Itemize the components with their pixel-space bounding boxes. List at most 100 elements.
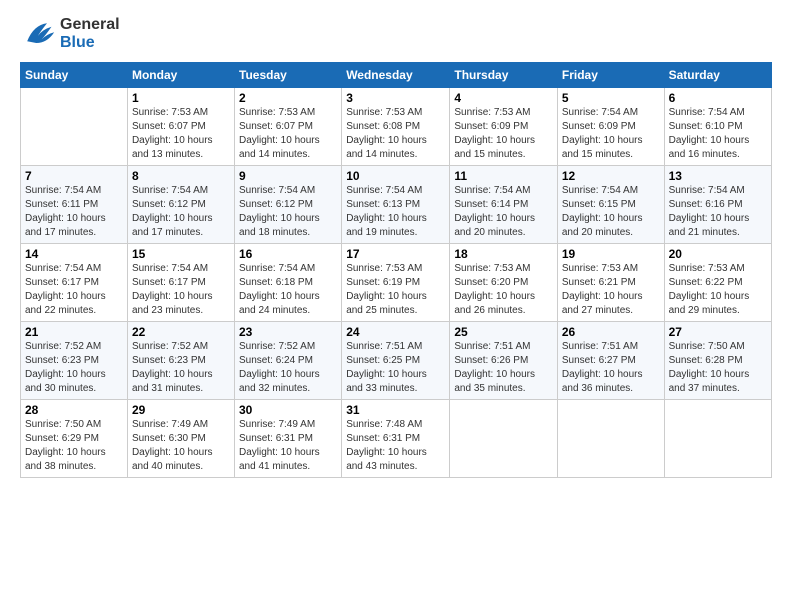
day-number: 17 xyxy=(346,247,445,261)
day-info: Sunrise: 7:53 AMSunset: 6:07 PMDaylight:… xyxy=(239,106,337,162)
logo: General Blue xyxy=(20,16,120,52)
day-number: 2 xyxy=(239,91,337,105)
day-number: 25 xyxy=(454,325,553,339)
week-row-5: 28 Sunrise: 7:50 AMSunset: 6:29 PMDaylig… xyxy=(21,400,772,478)
day-cell: 18 Sunrise: 7:53 AMSunset: 6:20 PMDaylig… xyxy=(450,244,558,322)
day-cell: 13 Sunrise: 7:54 AMSunset: 6:16 PMDaylig… xyxy=(664,166,771,244)
day-info: Sunrise: 7:54 AMSunset: 6:18 PMDaylight:… xyxy=(239,262,337,318)
day-info: Sunrise: 7:53 AMSunset: 6:22 PMDaylight:… xyxy=(669,262,767,318)
day-info: Sunrise: 7:54 AMSunset: 6:16 PMDaylight:… xyxy=(669,184,767,240)
day-cell: 8 Sunrise: 7:54 AMSunset: 6:12 PMDayligh… xyxy=(127,166,234,244)
day-info: Sunrise: 7:53 AMSunset: 6:09 PMDaylight:… xyxy=(454,106,553,162)
day-info: Sunrise: 7:52 AMSunset: 6:24 PMDaylight:… xyxy=(239,340,337,396)
day-number: 22 xyxy=(132,325,230,339)
day-info: Sunrise: 7:54 AMSunset: 6:09 PMDaylight:… xyxy=(562,106,660,162)
day-cell: 23 Sunrise: 7:52 AMSunset: 6:24 PMDaylig… xyxy=(235,322,342,400)
day-number: 10 xyxy=(346,169,445,183)
day-info: Sunrise: 7:51 AMSunset: 6:26 PMDaylight:… xyxy=(454,340,553,396)
day-number: 20 xyxy=(669,247,767,261)
day-number: 13 xyxy=(669,169,767,183)
page-container: General Blue SundayMondayTuesdayWednesda… xyxy=(0,0,792,488)
day-info: Sunrise: 7:50 AMSunset: 6:29 PMDaylight:… xyxy=(25,418,123,474)
column-header-monday: Monday xyxy=(127,63,234,88)
header-row: SundayMondayTuesdayWednesdayThursdayFrid… xyxy=(21,63,772,88)
column-header-saturday: Saturday xyxy=(664,63,771,88)
day-number: 26 xyxy=(562,325,660,339)
day-cell xyxy=(450,400,558,478)
day-number: 30 xyxy=(239,403,337,417)
day-number: 15 xyxy=(132,247,230,261)
day-info: Sunrise: 7:48 AMSunset: 6:31 PMDaylight:… xyxy=(346,418,445,474)
day-info: Sunrise: 7:51 AMSunset: 6:25 PMDaylight:… xyxy=(346,340,445,396)
day-number: 23 xyxy=(239,325,337,339)
day-cell: 7 Sunrise: 7:54 AMSunset: 6:11 PMDayligh… xyxy=(21,166,128,244)
column-header-thursday: Thursday xyxy=(450,63,558,88)
day-number: 8 xyxy=(132,169,230,183)
day-cell: 16 Sunrise: 7:54 AMSunset: 6:18 PMDaylig… xyxy=(235,244,342,322)
day-number: 28 xyxy=(25,403,123,417)
day-number: 16 xyxy=(239,247,337,261)
column-header-friday: Friday xyxy=(557,63,664,88)
day-cell: 25 Sunrise: 7:51 AMSunset: 6:26 PMDaylig… xyxy=(450,322,558,400)
day-cell: 12 Sunrise: 7:54 AMSunset: 6:15 PMDaylig… xyxy=(557,166,664,244)
day-info: Sunrise: 7:52 AMSunset: 6:23 PMDaylight:… xyxy=(25,340,123,396)
day-cell: 1 Sunrise: 7:53 AMSunset: 6:07 PMDayligh… xyxy=(127,88,234,166)
day-cell: 10 Sunrise: 7:54 AMSunset: 6:13 PMDaylig… xyxy=(342,166,450,244)
day-number: 5 xyxy=(562,91,660,105)
column-header-tuesday: Tuesday xyxy=(235,63,342,88)
week-row-1: 1 Sunrise: 7:53 AMSunset: 6:07 PMDayligh… xyxy=(21,88,772,166)
week-row-2: 7 Sunrise: 7:54 AMSunset: 6:11 PMDayligh… xyxy=(21,166,772,244)
day-cell: 24 Sunrise: 7:51 AMSunset: 6:25 PMDaylig… xyxy=(342,322,450,400)
day-cell: 6 Sunrise: 7:54 AMSunset: 6:10 PMDayligh… xyxy=(664,88,771,166)
day-cell: 22 Sunrise: 7:52 AMSunset: 6:23 PMDaylig… xyxy=(127,322,234,400)
day-info: Sunrise: 7:53 AMSunset: 6:19 PMDaylight:… xyxy=(346,262,445,318)
day-cell: 4 Sunrise: 7:53 AMSunset: 6:09 PMDayligh… xyxy=(450,88,558,166)
day-info: Sunrise: 7:52 AMSunset: 6:23 PMDaylight:… xyxy=(132,340,230,396)
logo-text: General Blue xyxy=(60,16,120,52)
day-info: Sunrise: 7:54 AMSunset: 6:15 PMDaylight:… xyxy=(562,184,660,240)
day-cell: 11 Sunrise: 7:54 AMSunset: 6:14 PMDaylig… xyxy=(450,166,558,244)
day-number: 3 xyxy=(346,91,445,105)
logo-icon xyxy=(20,16,56,52)
day-info: Sunrise: 7:54 AMSunset: 6:11 PMDaylight:… xyxy=(25,184,123,240)
day-info: Sunrise: 7:51 AMSunset: 6:27 PMDaylight:… xyxy=(562,340,660,396)
page-header: General Blue xyxy=(20,16,772,52)
day-number: 4 xyxy=(454,91,553,105)
week-row-3: 14 Sunrise: 7:54 AMSunset: 6:17 PMDaylig… xyxy=(21,244,772,322)
day-cell: 19 Sunrise: 7:53 AMSunset: 6:21 PMDaylig… xyxy=(557,244,664,322)
day-cell xyxy=(557,400,664,478)
day-number: 7 xyxy=(25,169,123,183)
day-number: 24 xyxy=(346,325,445,339)
day-cell: 26 Sunrise: 7:51 AMSunset: 6:27 PMDaylig… xyxy=(557,322,664,400)
day-number: 21 xyxy=(25,325,123,339)
day-number: 11 xyxy=(454,169,553,183)
day-cell xyxy=(21,88,128,166)
day-cell: 2 Sunrise: 7:53 AMSunset: 6:07 PMDayligh… xyxy=(235,88,342,166)
day-cell: 29 Sunrise: 7:49 AMSunset: 6:30 PMDaylig… xyxy=(127,400,234,478)
day-info: Sunrise: 7:53 AMSunset: 6:20 PMDaylight:… xyxy=(454,262,553,318)
day-cell: 31 Sunrise: 7:48 AMSunset: 6:31 PMDaylig… xyxy=(342,400,450,478)
day-cell: 30 Sunrise: 7:49 AMSunset: 6:31 PMDaylig… xyxy=(235,400,342,478)
day-info: Sunrise: 7:54 AMSunset: 6:10 PMDaylight:… xyxy=(669,106,767,162)
day-info: Sunrise: 7:54 AMSunset: 6:13 PMDaylight:… xyxy=(346,184,445,240)
day-info: Sunrise: 7:54 AMSunset: 6:12 PMDaylight:… xyxy=(132,184,230,240)
day-cell: 9 Sunrise: 7:54 AMSunset: 6:12 PMDayligh… xyxy=(235,166,342,244)
day-number: 1 xyxy=(132,91,230,105)
day-cell: 3 Sunrise: 7:53 AMSunset: 6:08 PMDayligh… xyxy=(342,88,450,166)
day-number: 12 xyxy=(562,169,660,183)
day-number: 27 xyxy=(669,325,767,339)
day-info: Sunrise: 7:54 AMSunset: 6:17 PMDaylight:… xyxy=(25,262,123,318)
column-header-wednesday: Wednesday xyxy=(342,63,450,88)
day-number: 31 xyxy=(346,403,445,417)
day-cell: 20 Sunrise: 7:53 AMSunset: 6:22 PMDaylig… xyxy=(664,244,771,322)
day-info: Sunrise: 7:53 AMSunset: 6:21 PMDaylight:… xyxy=(562,262,660,318)
day-info: Sunrise: 7:54 AMSunset: 6:14 PMDaylight:… xyxy=(454,184,553,240)
day-info: Sunrise: 7:54 AMSunset: 6:17 PMDaylight:… xyxy=(132,262,230,318)
day-info: Sunrise: 7:53 AMSunset: 6:07 PMDaylight:… xyxy=(132,106,230,162)
day-cell: 28 Sunrise: 7:50 AMSunset: 6:29 PMDaylig… xyxy=(21,400,128,478)
day-number: 14 xyxy=(25,247,123,261)
day-cell: 15 Sunrise: 7:54 AMSunset: 6:17 PMDaylig… xyxy=(127,244,234,322)
day-info: Sunrise: 7:53 AMSunset: 6:08 PMDaylight:… xyxy=(346,106,445,162)
day-number: 9 xyxy=(239,169,337,183)
day-number: 19 xyxy=(562,247,660,261)
